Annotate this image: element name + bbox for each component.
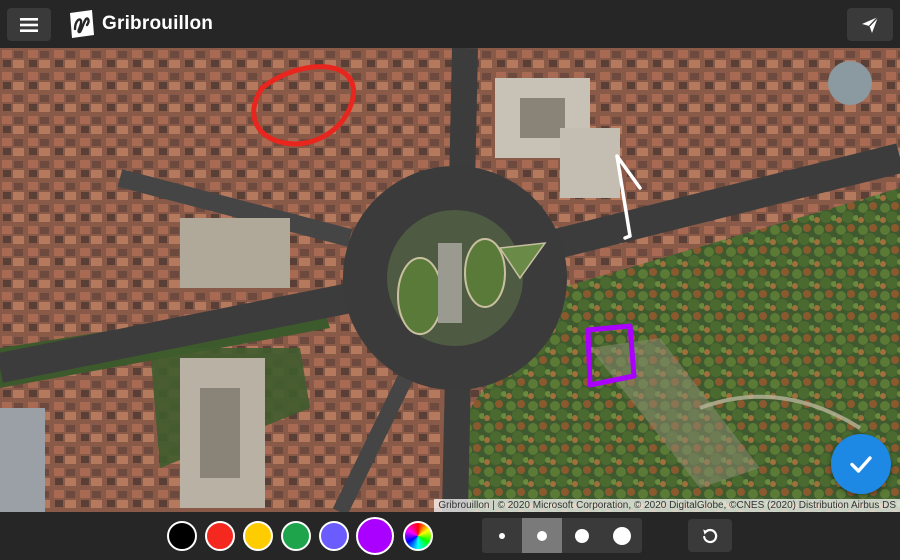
bottom-toolbar (0, 512, 900, 560)
color-swatch-green[interactable] (281, 521, 311, 551)
brush-size-small[interactable] (522, 518, 562, 553)
send-icon (862, 16, 879, 33)
undo-icon (703, 528, 718, 543)
color-swatch-rainbow[interactable] (403, 521, 433, 551)
send-button[interactable] (847, 8, 893, 41)
brush-size-extra-small[interactable] (482, 518, 522, 553)
brush-dot-icon (499, 532, 505, 539)
color-swatch-purple[interactable] (356, 517, 394, 555)
color-swatch-blue[interactable] (319, 521, 349, 551)
map-imagery (0, 48, 900, 512)
top-bar: Gribrouillon (0, 0, 900, 48)
menu-button[interactable] (7, 8, 51, 41)
color-swatch-yellow[interactable] (243, 521, 273, 551)
undo-button[interactable] (688, 519, 732, 552)
brush-size-medium[interactable] (562, 518, 602, 553)
brush-size-selector (482, 518, 642, 553)
brush-dot-icon (537, 530, 547, 541)
satellite-map[interactable]: Gribrouillon | © 2020 Microsoft Corporat… (0, 48, 900, 512)
brush-dot-icon (613, 526, 631, 545)
color-swatch-red[interactable] (205, 521, 235, 551)
check-icon (850, 456, 872, 473)
app-title: Gribrouillon (102, 13, 214, 34)
app-logo (70, 10, 94, 38)
color-swatch-black[interactable] (167, 521, 197, 551)
menu-icon (20, 17, 38, 32)
map-attribution[interactable]: Gribrouillon | © 2020 Microsoft Corporat… (434, 499, 900, 512)
brush-dot-icon (575, 528, 589, 543)
brush-size-large[interactable] (602, 518, 642, 553)
confirm-button[interactable] (831, 434, 891, 494)
